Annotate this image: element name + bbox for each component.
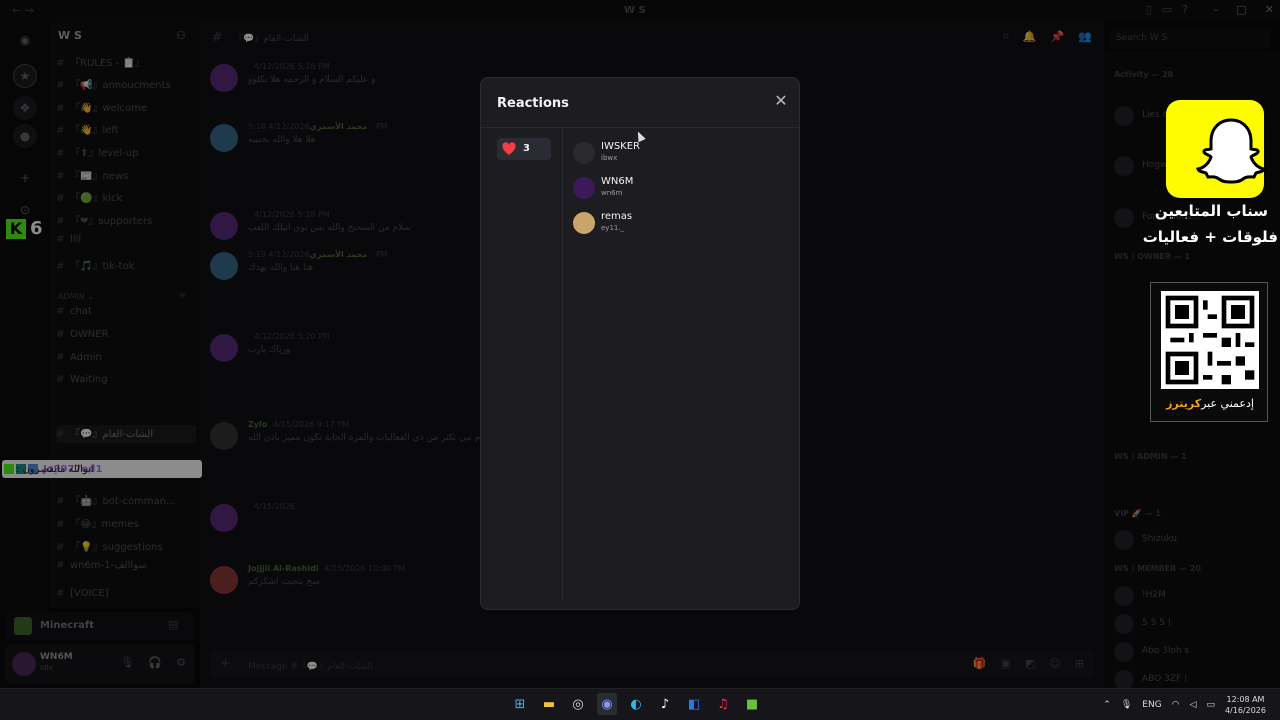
qr-code-icon xyxy=(1161,291,1259,389)
ghost-icon xyxy=(1196,118,1266,184)
qr-caption: إدعمني عبركريترز xyxy=(1151,397,1269,410)
file-explorer-icon[interactable]: ▬ xyxy=(539,693,559,715)
wifi-icon[interactable]: ◠ xyxy=(1172,700,1180,710)
avatar xyxy=(573,177,595,199)
qr-caption-highlight: كريترز xyxy=(1166,397,1202,410)
discord-icon[interactable]: ◉ xyxy=(597,693,617,715)
modal-divider xyxy=(481,127,799,128)
reaction-user[interactable]: remas ey11._ xyxy=(573,208,783,238)
volume-icon[interactable]: ◁ xyxy=(1190,700,1197,710)
avatar xyxy=(573,142,595,164)
heart-icon xyxy=(502,142,516,155)
reaction-count: 3 xyxy=(523,143,530,154)
modal-column-divider xyxy=(562,128,563,600)
snapchat-logo xyxy=(1166,100,1266,198)
snap-line-1: سناب المتابعين xyxy=(1154,202,1268,220)
tiktok-icon[interactable]: ♪ xyxy=(655,693,675,715)
app-icon[interactable]: ◧ xyxy=(684,693,704,715)
qr-caption-prefix: إدعمني عبر xyxy=(1201,397,1254,410)
system-tray: ⌃ 🎙 ENG ◠ ◁ ▭ 12:08 AM 4/16/2026 xyxy=(1103,689,1280,720)
user-display-name: IWSKER xyxy=(601,141,641,152)
clock-date: 4/16/2026 xyxy=(1224,706,1266,715)
qr-promo: إدعمني عبركريترز xyxy=(1150,282,1268,422)
snap-line-2: فلوقات + فعاليات xyxy=(1142,228,1278,246)
user-display-name: WN6M xyxy=(601,176,634,187)
clock[interactable]: 12:08 AM 4/16/2026 xyxy=(1225,694,1266,716)
modal-title: Reactions xyxy=(497,96,569,111)
close-icon[interactable]: ✕ xyxy=(771,90,791,110)
user-display-name: remas xyxy=(601,211,633,222)
microphone-icon[interactable]: 🎙 xyxy=(1121,700,1132,710)
taskbar-apps: ⊞ ▬ ◎ ◉ ◐ ♪ ◧ ♫ ■ xyxy=(510,693,762,715)
reaction-user[interactable]: WN6M wn6m xyxy=(573,173,783,203)
avatar xyxy=(573,212,595,234)
snapchat-promo: سناب المتابعين فلوقات + فعاليات xyxy=(1143,96,1280,252)
chevron-up-icon[interactable]: ⌃ xyxy=(1103,700,1111,710)
tiktok-live-icon[interactable]: ♫ xyxy=(713,693,733,715)
user-handle: wn6m xyxy=(601,189,623,197)
language-indicator[interactable]: ENG xyxy=(1142,700,1161,710)
edge-icon[interactable]: ◐ xyxy=(626,693,646,715)
taskbar: ⊞ ▬ ◎ ◉ ◐ ♪ ◧ ♫ ■ ⌃ 🎙 ENG ◠ ◁ ▭ 12:08 AM… xyxy=(0,688,1280,720)
battery-icon[interactable]: ▭ xyxy=(1206,700,1215,710)
windows-start-icon[interactable]: ⊞ xyxy=(510,693,530,715)
reaction-tab-heart[interactable]: 3 xyxy=(497,138,551,160)
clock-time: 12:08 AM xyxy=(1226,695,1265,704)
reaction-user[interactable]: IWSKER ibwx xyxy=(573,138,783,168)
minecraft-launcher-icon[interactable]: ■ xyxy=(742,693,762,715)
reactions-modal: Reactions ✕ 3 IWSKER ibwx WN6M wn6m remas ey1… xyxy=(480,77,800,610)
app-root: ← → W S ▯ ▭ ? – □ ✕ ◉ ★ ❖ ● + ⊙ K 6 W S … xyxy=(0,0,1280,720)
user-handle: ey11._ xyxy=(601,224,625,232)
user-handle: ibwx xyxy=(601,154,618,162)
obs-icon[interactable]: ◎ xyxy=(568,693,588,715)
